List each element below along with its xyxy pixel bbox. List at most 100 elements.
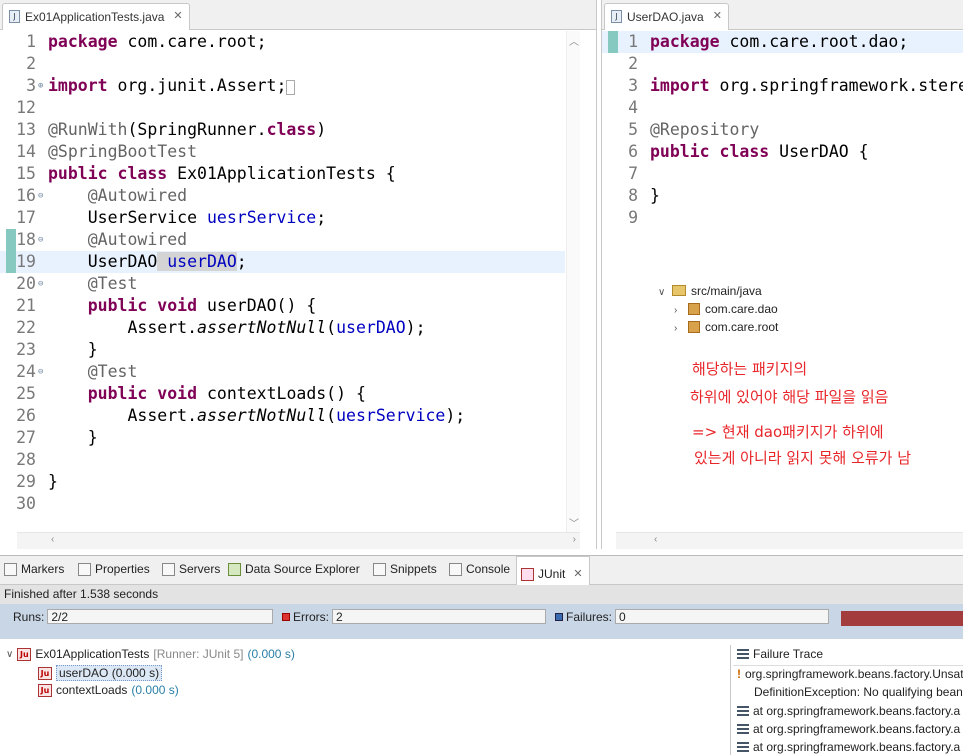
trace-line[interactable]: at org.springframework.beans.factory.a [737, 722, 960, 736]
trace-line[interactable]: at org.springframework.beans.factory.a [737, 704, 960, 718]
code-line[interactable]: 12 [0, 97, 565, 119]
test-results-tree[interactable]: ∨ Ju Ex01ApplicationTests [Runner: JUnit… [0, 645, 731, 755]
test-suite-row[interactable]: ∨ Ju Ex01ApplicationTests [Runner: JUnit… [6, 647, 295, 661]
chevron-down-icon[interactable]: ∨ [658, 287, 672, 298]
code-line[interactable]: 16 ⊖ @Autowired [0, 185, 565, 207]
tab-properties[interactable]: Properties [78, 562, 150, 576]
fold-toggle-icon[interactable]: ⊖ [38, 185, 48, 207]
tree-item-dao[interactable]: › com.care.dao [658, 302, 778, 320]
tab-markers[interactable]: Markers [4, 562, 64, 576]
horizontal-scrollbar[interactable]: ‹ › [17, 532, 580, 549]
code-line[interactable]: 2 [602, 53, 963, 75]
code-line[interactable]: 18 ⊖ @Autowired [0, 229, 565, 251]
code-line[interactable]: 15 public class Ex01ApplicationTests { [0, 163, 565, 185]
code-line[interactable]: 6 public class UserDAO { [602, 141, 963, 163]
scroll-down-icon[interactable]: ﹀ [569, 515, 579, 530]
test-row-contextloads[interactable]: Ju contextLoads (0.000 s) [38, 683, 179, 697]
tab-ex01applicationtests[interactable]: J Ex01ApplicationTests.java ✕ [2, 3, 190, 30]
tab-snippets[interactable]: Snippets [373, 562, 437, 576]
code-text[interactable]: @Repository [650, 120, 759, 139]
code-line[interactable]: 29} [0, 471, 565, 493]
scroll-left-icon[interactable]: ‹ [51, 534, 54, 545]
code-text[interactable]: } [48, 472, 58, 491]
editor-left[interactable]: J Ex01ApplicationTests.java ✕ 1 package c… [0, 0, 597, 549]
code-text[interactable]: @Autowired [48, 230, 187, 249]
code-text[interactable]: @SpringBootTest [48, 142, 197, 161]
tab-data-source-explorer[interactable]: Data Source Explorer [228, 562, 360, 576]
close-icon[interactable]: ✕ [713, 9, 722, 22]
code-line[interactable]: 5 @Repository [602, 119, 963, 141]
code-area-left[interactable]: 1 package com.care.root; 2 3 ⊕ import org.jun… [0, 31, 565, 515]
close-icon[interactable]: ✕ [173, 9, 182, 22]
fold-toggle-icon[interactable]: ⊖ [38, 273, 48, 295]
code-line[interactable]: 14 @SpringBootTest [0, 141, 565, 163]
code-line[interactable]: 1 package com.care.root.dao; [602, 31, 963, 53]
code-line[interactable]: 7 [602, 163, 963, 185]
code-text[interactable]: Assert.assertNotNull(uesrService); [48, 406, 465, 425]
scroll-right-icon[interactable]: › [573, 534, 576, 545]
code-text[interactable]: UserDAO userDAO; [48, 252, 247, 271]
editor-right[interactable]: J UserDAO.java ✕ 1 package com.care.root.… [601, 0, 963, 549]
trace-line[interactable]: ! org.springframework.beans.factory.Unsa… [737, 667, 963, 681]
tab-userdao[interactable]: J UserDAO.java ✕ [604, 3, 729, 30]
code-text[interactable]: public void contextLoads() { [48, 384, 366, 403]
tab-junit[interactable]: JUnit ✕ [516, 556, 590, 585]
vertical-scrollbar[interactable]: ︿ ﹀ [566, 31, 580, 532]
tab-console[interactable]: Console [449, 562, 510, 576]
code-text[interactable]: } [650, 186, 660, 205]
failure-trace[interactable]: Failure Trace ! org.springframework.bean… [733, 645, 963, 755]
code-text[interactable]: package com.care.root; [48, 32, 267, 51]
scroll-left-icon[interactable]: ‹ [654, 534, 657, 545]
tree-item-root[interactable]: › com.care.root [658, 320, 778, 338]
code-line[interactable]: 3 import org.springframework.stereotype.R… [602, 75, 963, 97]
chevron-down-icon[interactable]: ∨ [6, 649, 13, 660]
code-text[interactable]: import org.junit.Assert; [48, 76, 296, 95]
tree-root[interactable]: ∨ src/main/java [658, 284, 778, 302]
code-line[interactable]: 25 public void contextLoads() { [0, 383, 565, 405]
code-text[interactable]: @RunWith(SpringRunner.class) [48, 120, 326, 139]
code-line[interactable]: 13 @RunWith(SpringRunner.class) [0, 119, 565, 141]
fold-toggle-icon[interactable]: ⊖ [38, 229, 48, 251]
code-line[interactable]: 9 [602, 207, 963, 229]
code-text[interactable]: Assert.assertNotNull(userDAO); [48, 318, 425, 337]
code-line[interactable]: 19 UserDAO userDAO; [0, 251, 565, 273]
code-text[interactable]: public class Ex01ApplicationTests { [48, 164, 396, 183]
test-row-userdao[interactable]: Ju userDAO (0.000 s) [38, 665, 163, 681]
code-text[interactable]: public class UserDAO { [650, 142, 869, 161]
code-line[interactable]: 24 ⊖ @Test [0, 361, 565, 383]
code-line[interactable]: 26 Assert.assertNotNull(uesrService); [0, 405, 565, 427]
code-text[interactable]: UserService uesrService; [48, 208, 326, 227]
code-line[interactable]: 17 UserService uesrService; [0, 207, 565, 229]
code-line[interactable]: 2 [0, 53, 565, 75]
fold-toggle-icon[interactable]: ⊕ [38, 75, 48, 97]
chevron-right-icon[interactable]: › [674, 323, 688, 334]
code-line[interactable]: 8} [602, 185, 963, 207]
trace-line[interactable]: DefinitionException: No qualifying bean [754, 685, 963, 699]
code-text[interactable]: } [48, 340, 98, 359]
code-line[interactable]: 23 } [0, 339, 565, 361]
code-line[interactable]: 30 [0, 493, 565, 515]
fold-toggle-icon[interactable]: ⊖ [38, 361, 48, 383]
code-line[interactable]: 27 } [0, 427, 565, 449]
code-line[interactable]: 22 Assert.assertNotNull(userDAO); [0, 317, 565, 339]
trace-line[interactable]: at org.springframework.beans.factory.a [737, 740, 960, 754]
chevron-right-icon[interactable]: › [674, 305, 688, 316]
code-text[interactable]: package com.care.root.dao; [650, 32, 908, 51]
scroll-up-icon[interactable]: ︿ [569, 33, 579, 48]
code-area-right[interactable]: 1 package com.care.root.dao; 2 3 import org.… [602, 31, 963, 229]
horizontal-scrollbar[interactable]: ‹ [616, 532, 963, 549]
close-icon[interactable]: ✕ [573, 567, 582, 580]
tab-servers[interactable]: Servers [162, 562, 220, 576]
code-line[interactable]: 20 ⊖ @Test [0, 273, 565, 295]
code-text[interactable]: import org.springframework.stereotype.Re… [650, 76, 963, 95]
code-line[interactable]: 1 package com.care.root; [0, 31, 565, 53]
code-line[interactable]: 28 [0, 449, 565, 471]
code-text[interactable]: @Test [48, 274, 138, 293]
code-text[interactable]: public void userDAO() { [48, 296, 317, 315]
code-line[interactable]: 4 [602, 97, 963, 119]
code-text[interactable]: } [48, 428, 98, 447]
code-line[interactable]: 21 public void userDAO() { [0, 295, 565, 317]
code-line[interactable]: 3 ⊕ import org.junit.Assert; [0, 75, 565, 97]
code-text[interactable]: @Autowired [48, 186, 187, 205]
code-text[interactable]: @Test [48, 362, 138, 381]
